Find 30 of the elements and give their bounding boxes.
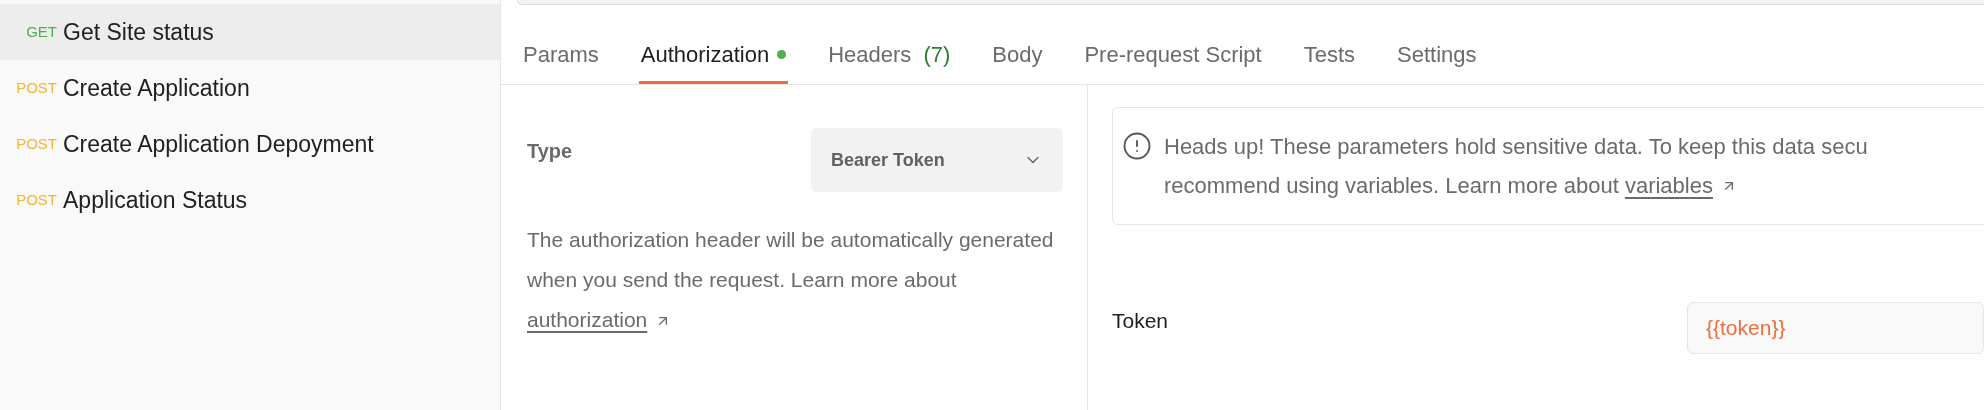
notice-text: Heads up! These parameters hold sensitive data. To keep this data secu — [1164, 133, 1868, 161]
auth-description: The authorization header will be automatically generated when you send the request. Learn more about authorization — [527, 227, 1055, 333]
variables-link[interactable]: variables — [1624, 166, 1713, 205]
request-item[interactable]: POST Create Application Depoyment — [0, 116, 500, 172]
method-label: POST — [15, 133, 58, 154]
token-field[interactable]: {{token}} — [1687, 302, 1984, 354]
tab[interactable]: Params — [521, 27, 601, 84]
request-item[interactable]: POST Application Status — [0, 172, 500, 228]
tab[interactable]: Settings — [1395, 27, 1479, 84]
header-count: (7) — [923, 40, 951, 69]
tab[interactable]: Tests — [1301, 27, 1358, 84]
tab[interactable]: Body — [990, 27, 1045, 84]
request-item[interactable]: GET Get Site status — [0, 4, 500, 60]
token-label: Token — [1112, 308, 1170, 335]
method-label: GET — [25, 21, 58, 42]
request-name: Application Status — [63, 185, 248, 215]
authorization-link[interactable]: authorization — [527, 308, 648, 331]
request-name: Create Application — [63, 73, 250, 103]
tab[interactable]: Pre-request Script — [1082, 27, 1264, 84]
method-label: POST — [15, 77, 58, 98]
tab[interactable]: Authorization — [638, 27, 789, 84]
request-name: Create Application Depoyment — [63, 129, 374, 159]
request-name: Get Site status — [63, 17, 214, 47]
method-label: POST — [15, 189, 58, 210]
notice-text: recommend using variables. Learn more about — [1164, 172, 1619, 200]
type-label: Type — [527, 139, 573, 164]
tab[interactable]: Headers (7) — [826, 27, 953, 84]
request-item[interactable]: POST Create Application — [0, 60, 500, 116]
auth-type-dropdown[interactable]: Bearer Token — [811, 128, 1063, 192]
alert-icon — [1122, 131, 1152, 161]
